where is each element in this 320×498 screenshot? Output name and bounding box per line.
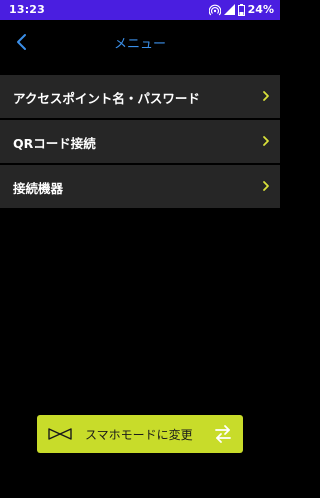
menu-item-label: QRコード接続	[13, 136, 96, 151]
mode-button-label: スマホモードに変更	[85, 428, 193, 442]
chevron-right-icon	[263, 181, 269, 191]
battery-icon	[237, 3, 245, 16]
menu-item-label: 接続機器	[13, 181, 64, 196]
chevron-right-icon	[263, 91, 269, 101]
menu-list: アクセスポイント名・パスワード QRコード接続 接続機器	[0, 75, 280, 210]
status-icons: 24%	[208, 3, 274, 16]
menu-item-label: アクセスポイント名・パスワード	[13, 91, 200, 106]
page-title: メニュー	[113, 37, 166, 52]
menu-item-qr-connect[interactable]: QRコード接続	[0, 120, 280, 163]
chevron-right-icon	[263, 136, 269, 146]
bowtie-icon	[48, 428, 72, 440]
swap-arrows-icon	[215, 425, 231, 443]
menu-item-connected-devices[interactable]: 接続機器	[0, 165, 280, 208]
battery-percent: 24%	[247, 3, 274, 16]
signal-icon	[223, 4, 235, 15]
hotspot-icon	[208, 4, 221, 16]
status-time: 13:23	[9, 3, 46, 16]
menu-item-access-point[interactable]: アクセスポイント名・パスワード	[0, 75, 280, 118]
switch-to-smartphone-mode-button[interactable]: スマホモードに変更	[37, 415, 243, 453]
header: メニュー	[0, 20, 280, 64]
status-bar: 13:23 24%	[0, 0, 280, 20]
